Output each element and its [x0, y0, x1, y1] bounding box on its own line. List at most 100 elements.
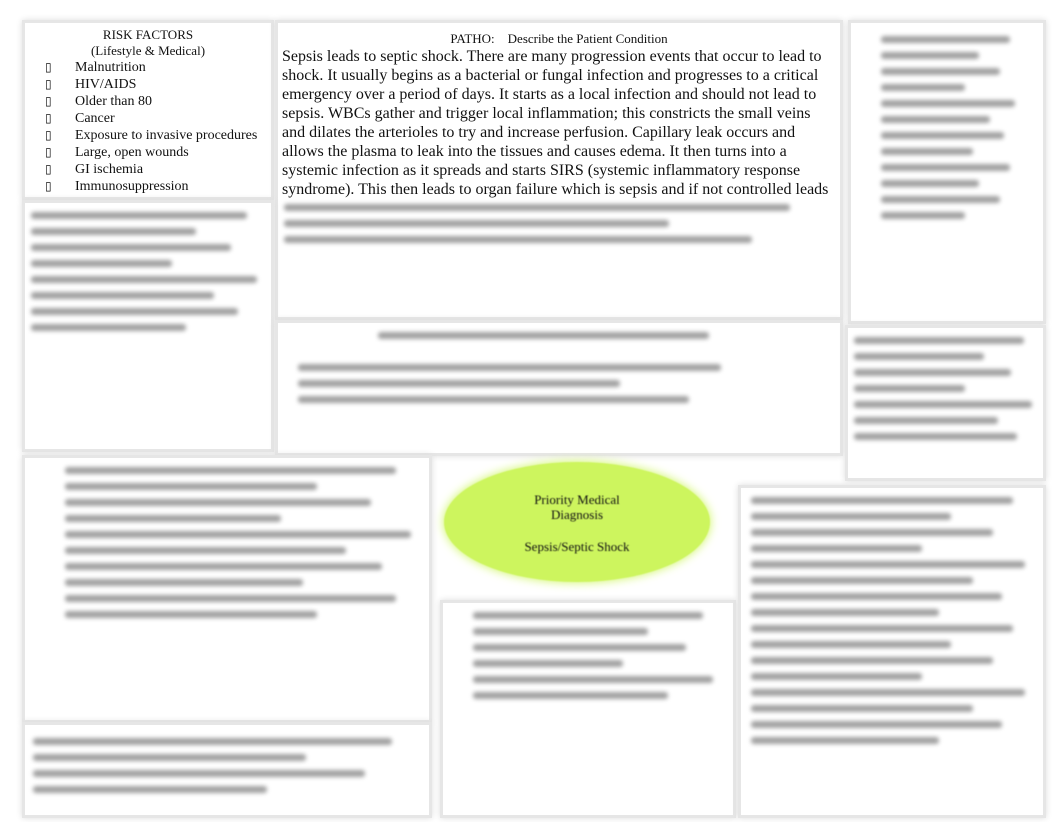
blurred-line: [298, 364, 722, 371]
blurred-line: [751, 529, 994, 536]
blurred-line: [298, 380, 620, 387]
blurred-line: [881, 180, 979, 187]
right-bottom-box: [738, 485, 1046, 818]
priority-diagnosis-ellipse: Priority Medical Diagnosis Sepsis/Septic…: [444, 462, 710, 582]
blurred-line: [473, 660, 623, 667]
blurred-line: [31, 276, 257, 283]
risk-factor-item: ▯ Large, open wounds: [45, 144, 271, 161]
right-top-box: [848, 20, 1046, 324]
blurred-line: [378, 332, 710, 339]
blurred-line: [751, 609, 940, 616]
blurred-line: [298, 396, 689, 403]
blurred-line: [31, 308, 238, 315]
risk-factor-label: Older than 80: [75, 94, 152, 109]
blurred-line: [31, 228, 196, 235]
risk-factor-label: Cancer: [75, 111, 115, 126]
risk-factor-item: ▯ Cancer: [45, 110, 271, 127]
blurred-line: [751, 577, 974, 584]
blurred-line: [33, 770, 365, 777]
risk-factor-item: ▯ GI ischemia: [45, 161, 271, 178]
blurred-line: [751, 705, 974, 712]
blurred-line: [31, 260, 172, 267]
blurred-text: [284, 195, 834, 252]
risk-factor-item: ▯ Immunosuppression: [45, 178, 271, 195]
blurred-line: [751, 641, 951, 648]
risk-factor-label: HIV/AIDS: [75, 77, 137, 92]
bullet-icon: ▯: [45, 77, 52, 91]
blurred-line: [751, 561, 1025, 568]
blurred-line: [881, 212, 965, 219]
blurred-line: [473, 612, 703, 619]
risk-factor-item: ▯ Malnutrition: [45, 59, 271, 76]
blurred-line: [751, 721, 1002, 728]
blurred-line: [751, 625, 1014, 632]
blurred-line: [65, 579, 303, 586]
diagnosis-label-1: Priority Medical: [534, 492, 620, 507]
risk-factors-list: ▯ Malnutrition ▯ HIV/AIDS ▯ Older than 80 ▯ Can…: [25, 59, 271, 195]
blurred-text: [473, 603, 723, 708]
blurred-line: [33, 738, 392, 745]
bullet-icon: ▯: [45, 179, 52, 193]
blurred-line: [284, 204, 790, 211]
blurred-line: [881, 52, 979, 59]
blurred-line: [751, 673, 922, 680]
bullet-icon: ▯: [45, 128, 52, 142]
left-mid-box: [22, 200, 274, 452]
blurred-line: [65, 467, 397, 474]
blurred-line: [854, 353, 984, 360]
blurred-text: [854, 328, 1039, 449]
blurred-line: [881, 36, 1010, 43]
risk-factor-label: Malnutrition: [75, 60, 146, 75]
blurred-line: [65, 483, 317, 490]
risk-factors-subtitle: (Lifestyle & Medical): [90, 43, 206, 58]
blurred-line: [65, 611, 317, 618]
blurred-line: [33, 786, 267, 793]
blurred-line: [854, 417, 999, 424]
blurred-line: [31, 212, 248, 219]
risk-factor-item: ▯ HIV/AIDS: [45, 76, 271, 93]
blurred-line: [881, 100, 1016, 107]
blurred-text: [881, 27, 1021, 228]
blurred-line: [854, 385, 965, 392]
blurred-line: [751, 593, 1002, 600]
blurred-line: [65, 547, 346, 554]
blurred-line: [751, 513, 951, 520]
blurred-line: [854, 369, 1012, 376]
blurred-line: [31, 324, 187, 331]
blurred-line: [65, 563, 382, 570]
risk-factor-label: GI ischemia: [75, 162, 144, 177]
bottom-left-lower-box: [22, 722, 432, 818]
blurred-line: [473, 628, 648, 635]
blurred-line: [854, 433, 1017, 440]
risk-factor-item: ▯ Older than 80: [45, 93, 271, 110]
blurred-line: [33, 754, 306, 761]
blurred-line: [751, 689, 1025, 696]
blurred-line: [854, 401, 1032, 408]
blurred-line: [881, 132, 1005, 139]
center-bottom-box: [440, 600, 736, 818]
bullet-icon: ▯: [45, 145, 52, 159]
diagnosis-value: Sepsis/Septic Shock: [524, 539, 630, 554]
blurred-line: [284, 220, 669, 227]
blurred-text: [31, 203, 266, 340]
blurred-text: [378, 323, 738, 348]
patho-heading: PATHO: Describe the Patient Condition: [450, 31, 668, 46]
blurred-line: [751, 545, 922, 552]
blurred-text: [298, 355, 758, 412]
blurred-line: [284, 236, 752, 243]
risk-factor-label: Immunosuppression: [75, 179, 189, 194]
bullet-icon: ▯: [45, 60, 52, 74]
patho-text: Sepsis leads to septic shock. There are …: [282, 48, 829, 201]
blurred-line: [751, 737, 940, 744]
blurred-line: [751, 657, 994, 664]
blurred-line: [473, 676, 713, 683]
blurred-line: [854, 337, 1025, 344]
blurred-line: [881, 68, 1000, 75]
blurred-line: [31, 244, 231, 251]
blurred-line: [881, 148, 974, 155]
blurred-line: [65, 499, 371, 506]
blurred-line: [65, 531, 411, 538]
blurred-line: [881, 84, 965, 91]
risk-factor-label: Large, open wounds: [75, 145, 189, 160]
bullet-icon: ▯: [45, 111, 52, 125]
